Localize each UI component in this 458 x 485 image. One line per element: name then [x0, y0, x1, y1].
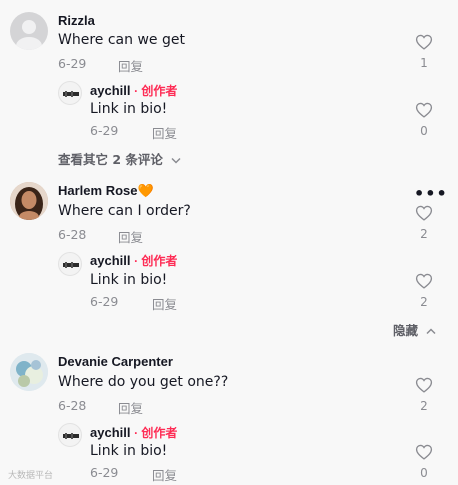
user-photo-icon: [10, 182, 48, 220]
like-count: 0: [420, 466, 428, 480]
reply-button[interactable]: 回复: [152, 123, 177, 142]
comment-date: 6-29: [58, 56, 87, 71]
like-button[interactable]: 1: [414, 34, 434, 70]
reply-date: 6-29: [90, 465, 119, 480]
comment-text: Where can we get: [58, 32, 185, 48]
avatar[interactable]: [10, 353, 48, 391]
like-button[interactable]: 0: [414, 444, 434, 480]
reply-date: 6-29: [90, 123, 119, 138]
hide-replies-button[interactable]: 隐藏: [393, 320, 436, 339]
brand-logo-icon: [63, 433, 79, 439]
reply-text: Link in bio!: [90, 101, 168, 117]
like-button[interactable]: 2: [414, 273, 434, 309]
reply-author-name[interactable]: aychill: [90, 425, 130, 440]
comment-author[interactable]: Rizzla: [58, 13, 95, 28]
avatar[interactable]: [10, 12, 48, 50]
reply-date: 6-29: [90, 294, 119, 309]
heart-icon: [415, 273, 433, 289]
view-more-replies-button[interactable]: 查看其它 2 条评论: [58, 149, 181, 168]
like-count: 2: [420, 399, 428, 413]
avatar[interactable]: [10, 182, 48, 220]
like-button[interactable]: 0: [414, 102, 434, 138]
hide-replies-label[interactable]: 隐藏: [393, 323, 418, 338]
reply-author[interactable]: aychill · 创作者: [90, 424, 177, 441]
brand-logo-icon: [63, 262, 79, 268]
reply-author-name[interactable]: aychill: [90, 253, 130, 268]
heart-icon: [415, 102, 433, 118]
more-options-button[interactable]: •••: [414, 184, 448, 203]
like-button[interactable]: 2: [414, 205, 434, 241]
reply-button[interactable]: 回复: [118, 227, 143, 246]
comment-author-name[interactable]: Harlem Rose: [58, 183, 137, 198]
chevron-up-icon: [426, 328, 436, 335]
reply-button[interactable]: 回复: [118, 398, 143, 417]
creator-avatar[interactable]: [58, 423, 82, 447]
comment-author[interactable]: Harlem Rose🧡: [58, 183, 154, 199]
creator-badge: · 创作者: [134, 254, 178, 268]
chevron-down-icon: [171, 157, 181, 164]
comment-date: 6-28: [58, 398, 87, 413]
like-count: 0: [420, 124, 428, 138]
creator-badge: · 创作者: [134, 84, 178, 98]
comment-text: Where can I order?: [58, 203, 191, 219]
reply-author[interactable]: aychill · 创作者: [90, 252, 177, 269]
heart-icon: [415, 205, 433, 221]
creator-badge: · 创作者: [134, 426, 178, 440]
like-count: 2: [420, 295, 428, 309]
reply-button[interactable]: 回复: [152, 465, 177, 484]
reply-button[interactable]: 回复: [118, 56, 143, 75]
comment-author[interactable]: Devanie Carpenter: [58, 354, 173, 369]
user-photo-icon: [10, 353, 48, 391]
heart-icon: [415, 444, 433, 460]
reply-button[interactable]: 回复: [152, 294, 177, 313]
heart-icon: [415, 377, 433, 393]
comment-text: Where do you get one??: [58, 374, 229, 390]
reply-author-name[interactable]: aychill: [90, 83, 130, 98]
reply-text: Link in bio!: [90, 272, 168, 288]
reply-text: Link in bio!: [90, 443, 168, 459]
watermark: 大数据平台: [8, 471, 54, 481]
heart-icon: [415, 34, 433, 50]
brand-logo-icon: [63, 91, 79, 97]
like-count: 1: [420, 56, 428, 70]
creator-avatar[interactable]: [58, 81, 82, 105]
reply-author[interactable]: aychill · 创作者: [90, 82, 177, 99]
creator-avatar[interactable]: [58, 252, 82, 276]
orange-heart-icon: 🧡: [137, 183, 154, 198]
default-avatar-icon: [16, 20, 42, 50]
comment-date: 6-28: [58, 227, 87, 242]
like-count: 2: [420, 227, 428, 241]
like-button[interactable]: 2: [414, 377, 434, 413]
view-more-replies-label[interactable]: 查看其它 2 条评论: [58, 152, 163, 167]
